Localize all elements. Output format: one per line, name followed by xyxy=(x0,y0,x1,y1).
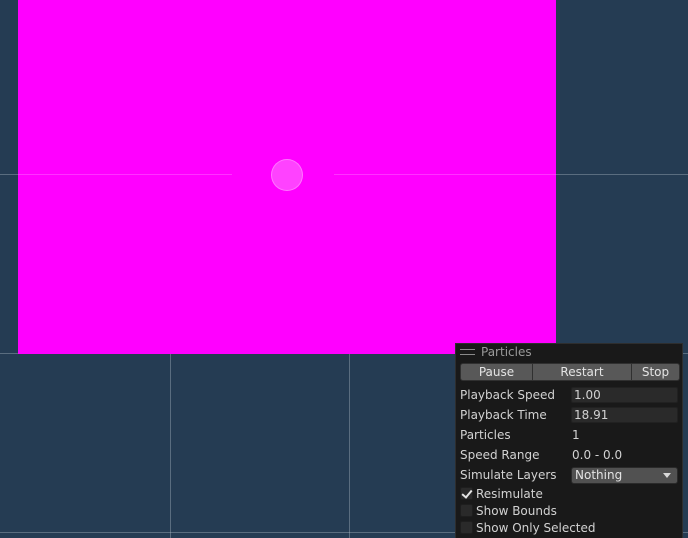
show-bounds-label[interactable]: Show Bounds xyxy=(476,504,557,518)
show-only-selected-row: Show Only Selected xyxy=(456,519,682,536)
show-bounds-checkbox[interactable] xyxy=(460,504,473,517)
pause-button[interactable]: Pause xyxy=(460,363,533,381)
simulate-layers-label: Simulate Layers xyxy=(460,468,557,482)
speed-range-value: 0.0 - 0.0 xyxy=(572,448,623,462)
particle-seam xyxy=(18,174,232,175)
playback-controls: Pause Restart Stop xyxy=(460,363,680,381)
show-only-selected-checkbox[interactable] xyxy=(460,521,473,534)
playback-time-row: Playback Time 18.91 xyxy=(456,405,682,425)
drag-handle-icon[interactable] xyxy=(460,349,475,355)
stop-button[interactable]: Stop xyxy=(632,363,680,381)
resimulate-label[interactable]: Resimulate xyxy=(476,487,543,501)
simulate-layers-dropdown[interactable]: Nothing xyxy=(571,466,678,484)
particles-count-label: Particles xyxy=(460,428,511,442)
simulate-layers-row: Simulate Layers Nothing xyxy=(456,465,682,485)
panel-header[interactable]: Particles xyxy=(456,344,682,360)
particles-panel: Particles Pause Restart Stop Playback Sp… xyxy=(455,343,683,538)
restart-button[interactable]: Restart xyxy=(533,363,632,381)
playback-speed-row: Playback Speed 1.00 xyxy=(456,385,682,405)
speed-range-label: Speed Range xyxy=(460,448,540,462)
particle-pivot-marker[interactable] xyxy=(271,159,303,191)
show-bounds-row: Show Bounds xyxy=(456,502,682,519)
panel-title: Particles xyxy=(481,345,532,359)
playback-time-field[interactable]: 18.91 xyxy=(571,407,678,423)
playback-speed-label: Playback Speed xyxy=(460,388,555,402)
particles-count-row: Particles 1 xyxy=(456,425,682,445)
particles-count-value: 1 xyxy=(572,428,580,442)
resimulate-row: Resimulate xyxy=(456,485,682,502)
particle-seam xyxy=(334,174,556,175)
playback-time-label: Playback Time xyxy=(460,408,547,422)
dropdown-arrow-icon xyxy=(663,472,671,478)
speed-range-row: Speed Range 0.0 - 0.0 xyxy=(456,445,682,465)
show-only-selected-label[interactable]: Show Only Selected xyxy=(476,521,596,535)
playback-speed-field[interactable]: 1.00 xyxy=(571,387,678,403)
checkmark-icon xyxy=(461,487,473,499)
scene-viewport[interactable]: Particles Pause Restart Stop Playback Sp… xyxy=(0,0,688,538)
resimulate-checkbox[interactable] xyxy=(460,487,473,500)
simulate-layers-value: Nothing xyxy=(575,467,623,482)
